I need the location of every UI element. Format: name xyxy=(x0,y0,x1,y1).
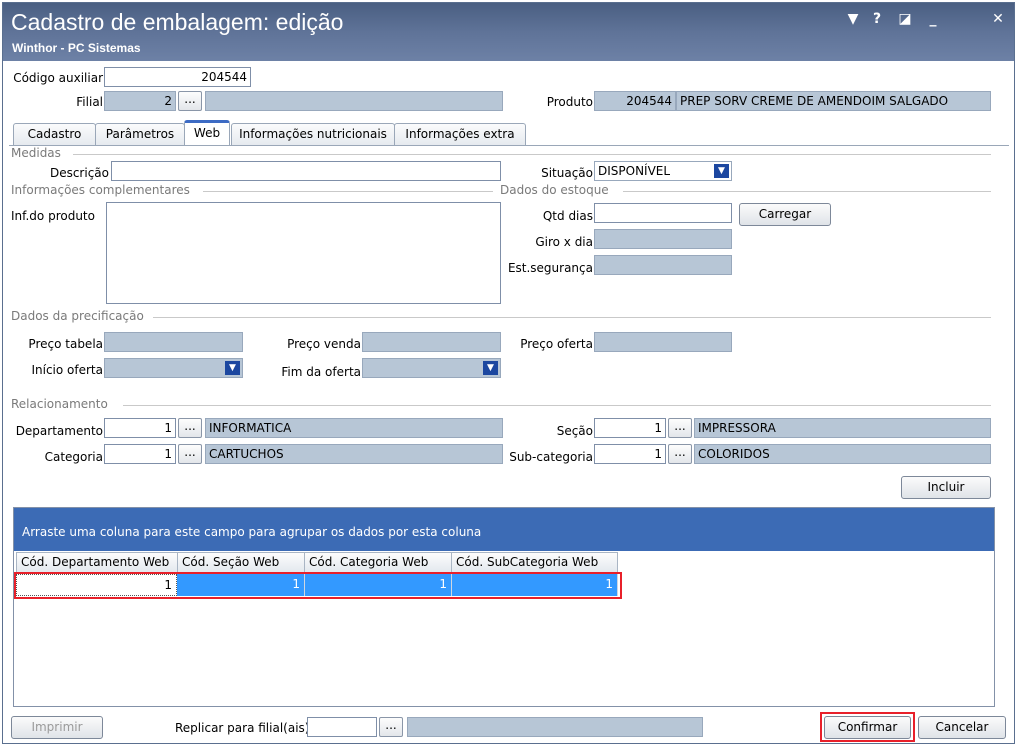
chevron-down-icon[interactable]: ▼ xyxy=(714,164,729,178)
info-compl-section-label: Informações complementares xyxy=(11,183,190,197)
medidas-divider xyxy=(73,154,991,155)
replicar-label: Replicar para filial(ais) xyxy=(175,721,310,735)
filial-lookup-button[interactable]: ... xyxy=(178,91,202,111)
filial-description xyxy=(205,91,503,111)
categoria-code-input[interactable]: 1 xyxy=(104,444,176,464)
precificacao-section-label: Dados da precificação xyxy=(11,309,144,323)
secao-code-input[interactable]: 1 xyxy=(594,418,666,438)
preco-oferta-label: Preço oferta xyxy=(520,337,593,351)
qtd-dias-input[interactable] xyxy=(594,203,732,223)
preco-venda-label: Preço venda xyxy=(287,337,361,351)
replicar-lookup-button[interactable]: ... xyxy=(379,717,403,737)
codigo-auxiliar-label: Código auxiliar xyxy=(13,71,103,85)
subcategoria-description: COLORIDOS xyxy=(694,444,991,464)
inf-produto-label: Inf.do produto xyxy=(11,209,95,223)
tab-web[interactable]: Web xyxy=(184,120,230,146)
subcategoria-label: Sub-categoria xyxy=(509,450,593,464)
filial-input[interactable]: 2 xyxy=(104,91,176,111)
giro-label: Giro x dia xyxy=(535,235,593,249)
minimize-icon[interactable]: _ xyxy=(923,11,943,27)
incluir-button[interactable]: Incluir xyxy=(901,476,991,499)
dialog-window: Cadastro de embalagem: edição Winthor - … xyxy=(2,2,1015,744)
categoria-lookup-button[interactable]: ... xyxy=(178,444,202,464)
tab-informacoes-extra[interactable]: Informações extra xyxy=(394,123,526,145)
relacionamento-section-label: Relacionamento xyxy=(11,397,108,411)
carregar-button[interactable]: Carregar xyxy=(739,203,831,226)
secao-label: Seção xyxy=(556,424,593,438)
column-header-secao[interactable]: Cód. Seção Web xyxy=(177,552,305,573)
confirmar-button[interactable]: Confirmar xyxy=(824,716,911,739)
tab-divider xyxy=(9,145,1009,146)
tab-parametros[interactable]: Parâmetros xyxy=(95,123,185,145)
filial-label: Filial xyxy=(76,95,103,109)
relacionamento-divider xyxy=(123,405,991,406)
inf-produto-textarea[interactable] xyxy=(106,202,501,304)
categoria-description: CARTUCHOS xyxy=(205,444,503,464)
preco-tabela-input xyxy=(104,332,243,352)
column-header-categoria[interactable]: Cód. Categoria Web xyxy=(304,552,452,573)
preco-oferta-input xyxy=(594,332,732,352)
preco-venda-input xyxy=(362,332,501,352)
column-header-departamento[interactable]: Cód. Departamento Web xyxy=(16,552,178,573)
departamento-code-input[interactable]: 1 xyxy=(104,418,176,438)
title-bar[interactable]: Cadastro de embalagem: edição Winthor - … xyxy=(3,3,1014,61)
chevron-down-icon[interactable]: ▼ xyxy=(225,361,240,375)
departamento-label: Departamento xyxy=(15,424,103,438)
departamento-description: INFORMATICA xyxy=(205,418,503,438)
window-title: Cadastro de embalagem: edição xyxy=(11,9,344,35)
restore-icon[interactable]: ◪ xyxy=(895,11,915,27)
subcategoria-code-input[interactable]: 1 xyxy=(594,444,666,464)
giro-input xyxy=(594,229,732,249)
inicio-oferta-label: Início oferta xyxy=(31,363,103,377)
departamento-lookup-button[interactable]: ... xyxy=(178,418,202,438)
help-icon[interactable]: ? xyxy=(867,11,887,27)
medidas-section-label: Medidas xyxy=(11,146,61,160)
info-compl-divider xyxy=(203,191,493,192)
chevron-down-icon[interactable]: ▼ xyxy=(483,361,498,375)
imprimir-button[interactable]: Imprimir xyxy=(11,716,103,739)
column-header-subcategoria[interactable]: Cód. SubCategoria Web xyxy=(451,552,618,573)
qtd-dias-label: Qtd dias xyxy=(542,209,593,223)
fim-oferta-select[interactable]: ▼ xyxy=(362,358,501,378)
replicar-description xyxy=(407,717,703,737)
fim-oferta-label: Fim da oferta xyxy=(281,365,361,379)
close-icon[interactable]: ✕ xyxy=(988,11,1008,27)
descricao-label: Descrição xyxy=(49,166,109,180)
tab-cadastro[interactable]: Cadastro xyxy=(13,123,96,145)
categoria-label: Categoria xyxy=(44,450,103,464)
secao-lookup-button[interactable]: ... xyxy=(668,418,692,438)
web-relations-grid[interactable]: Arraste uma coluna para este campo para … xyxy=(13,507,995,707)
est-seguranca-input xyxy=(594,255,732,275)
preco-tabela-label: Preço tabela xyxy=(28,337,103,351)
produto-label: Produto xyxy=(546,95,593,109)
situacao-value: DISPONÍVEL xyxy=(598,164,671,178)
descricao-input[interactable] xyxy=(111,161,501,181)
group-by-panel[interactable]: Arraste uma coluna para este campo para … xyxy=(14,508,994,551)
precificacao-divider xyxy=(153,317,991,318)
produto-description: PREP SORV CREME DE AMENDOIM SALGADO xyxy=(676,91,991,111)
secao-description: IMPRESSORA xyxy=(694,418,991,438)
est-seguranca-label: Est.segurança xyxy=(507,261,593,275)
cancelar-button[interactable]: Cancelar xyxy=(918,716,1006,739)
produto-code: 204544 xyxy=(594,91,676,111)
replicar-input[interactable] xyxy=(307,717,377,737)
situacao-select[interactable]: DISPONÍVEL ▼ xyxy=(594,161,732,181)
situacao-label: Situação xyxy=(541,166,593,180)
window-subtitle: Winthor - PC Sistemas xyxy=(12,41,141,55)
subcategoria-lookup-button[interactable]: ... xyxy=(668,444,692,464)
estoque-section-label: Dados do estoque xyxy=(500,183,609,197)
codigo-auxiliar-input[interactable]: 204544 xyxy=(104,67,251,87)
tab-informacoes-nutricionais[interactable]: Informações nutricionais xyxy=(231,123,395,145)
row-highlight-box xyxy=(14,572,622,599)
inicio-oferta-select[interactable]: ▼ xyxy=(104,358,243,378)
estoque-divider xyxy=(623,191,991,192)
dropdown-menu-icon[interactable]: ▼ xyxy=(843,11,863,27)
